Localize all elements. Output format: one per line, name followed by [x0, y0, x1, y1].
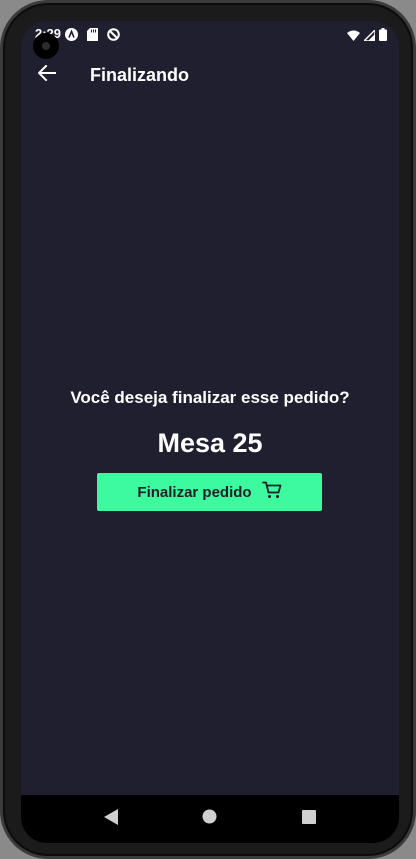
arrow-left-icon: [37, 64, 56, 86]
table-name: Mesa 25: [157, 428, 263, 458]
page-title: Finalizando: [90, 64, 189, 85]
status-icons-left: [65, 28, 120, 41]
sd-card-icon: [86, 28, 99, 41]
finish-order-label: Finalizar pedido: [137, 483, 252, 501]
confirm-question: Você deseja finalizar esse pedido?: [70, 388, 350, 407]
back-triangle-icon: [103, 808, 118, 830]
home-circle-icon: [202, 809, 217, 829]
cart-icon: [261, 481, 282, 504]
signal-icon: [362, 27, 376, 44]
system-nav-bar: [21, 795, 399, 843]
confirm-section: Você deseja finalizar esse pedido? Mesa …: [21, 381, 399, 463]
status-icons-right: [347, 27, 387, 44]
back-button[interactable]: [21, 49, 73, 101]
wifi-icon: [347, 29, 360, 44]
app-bar: Finalizando: [21, 49, 399, 101]
recents-square-icon: [302, 809, 317, 829]
nav-recents-button[interactable]: [289, 799, 329, 839]
status-bar: 2:29: [21, 21, 399, 59]
nav-back-button[interactable]: [91, 799, 131, 839]
battery-icon: [379, 28, 387, 44]
sync-disabled-icon: [107, 28, 120, 41]
app-screen: 2:29: [21, 21, 399, 843]
android-app-icon: [65, 28, 78, 41]
nav-home-button[interactable]: [190, 799, 230, 839]
finish-order-button[interactable]: Finalizar pedido: [97, 473, 322, 511]
